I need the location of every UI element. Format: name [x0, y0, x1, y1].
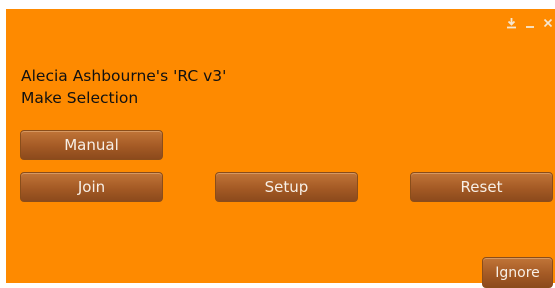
reset-button[interactable]: Reset [410, 172, 553, 202]
setup-button[interactable]: Setup [215, 172, 358, 202]
join-button[interactable]: Join [20, 172, 163, 202]
close-icon[interactable] [543, 17, 553, 29]
script-dialog: Alecia Ashbourne's 'RC v3' Make Selectio… [6, 9, 555, 288]
dialog-title: Alecia Ashbourne's 'RC v3' [21, 67, 227, 85]
window-controls [506, 17, 553, 29]
dialog-message: Alecia Ashbourne's 'RC v3' Make Selectio… [21, 65, 226, 109]
ignore-button[interactable]: Ignore [482, 257, 553, 288]
minimize-icon[interactable] [525, 17, 535, 29]
download-icon[interactable] [506, 17, 517, 29]
manual-button[interactable]: Manual [20, 130, 163, 160]
dialog-prompt: Make Selection [21, 89, 139, 107]
